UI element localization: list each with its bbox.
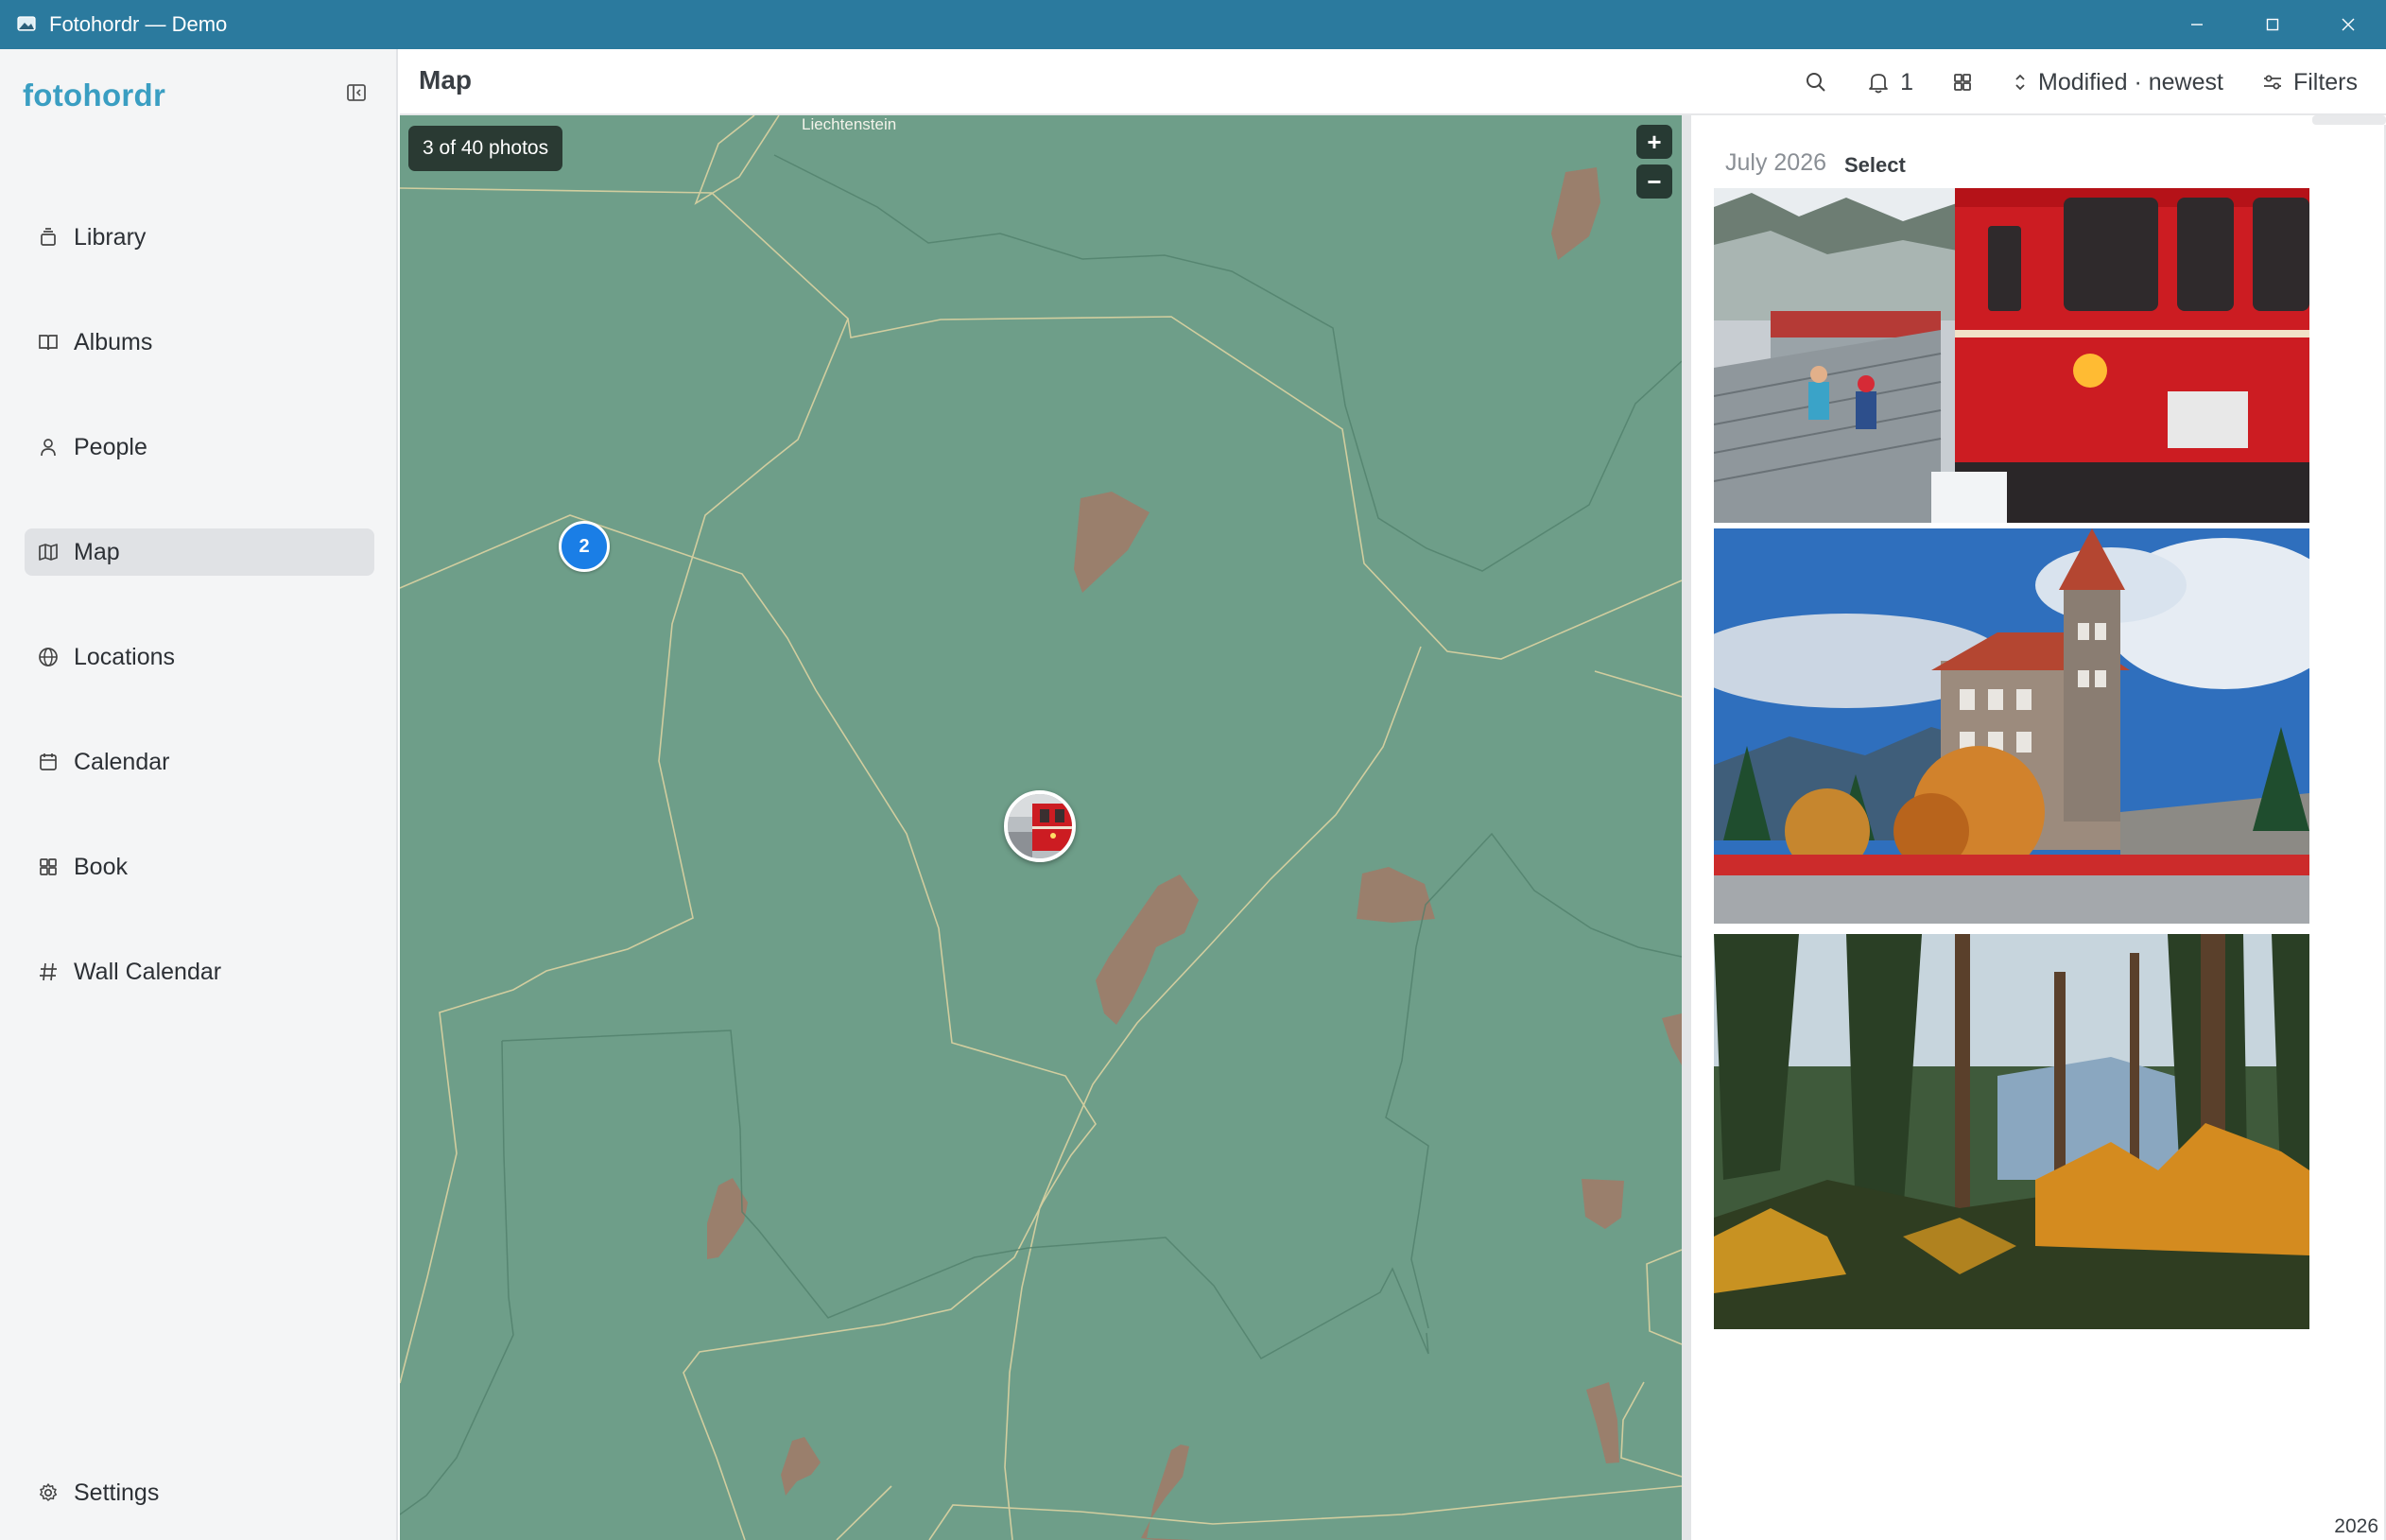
sort-dropdown[interactable]: Modified · newest xyxy=(2012,69,2223,96)
sidebar-toggle-icon xyxy=(347,84,366,101)
top-header: Map 1 Modified · newest Filters xyxy=(400,49,2386,115)
minimize-button[interactable] xyxy=(2159,0,2235,49)
sidebar-item-label: Book xyxy=(74,853,128,880)
notifications-button[interactable]: 1 xyxy=(1866,69,1913,96)
sidebar-item-albums[interactable]: Albums xyxy=(25,319,374,366)
sidebar-item-library[interactable]: Library xyxy=(25,214,374,261)
sort-chevrons-icon xyxy=(2015,74,2025,91)
sidebar-item-label: Library xyxy=(74,223,147,251)
filters-button[interactable]: Filters xyxy=(2261,69,2358,96)
zoom-in-button[interactable]: + xyxy=(1636,125,1672,159)
select-button[interactable]: Select xyxy=(1844,153,1906,178)
castle-photo-icon xyxy=(1714,528,2309,924)
minimize-icon xyxy=(2191,24,2203,26)
search-icon xyxy=(1807,73,1825,92)
close-window-button[interactable] xyxy=(2310,0,2386,49)
hash-icon xyxy=(36,960,61,984)
map-place-label: Liechtenstein xyxy=(802,115,897,133)
map-photo-marker[interactable] xyxy=(1004,790,1076,862)
globe-icon xyxy=(36,645,61,669)
month-heading: July 2026 xyxy=(1725,149,1827,176)
gear-icon xyxy=(36,1480,61,1505)
calendar-icon xyxy=(36,750,61,774)
person-icon xyxy=(36,435,61,459)
sidebar-item-label: Settings xyxy=(74,1479,160,1506)
maximize-icon xyxy=(2266,18,2279,31)
sidebar-nav: Library Albums People Map Locations Cale… xyxy=(25,214,374,1053)
sidebar-item-people[interactable]: People xyxy=(25,424,374,471)
sidebar-item-wall-calendar[interactable]: Wall Calendar xyxy=(25,948,374,995)
map-icon xyxy=(36,540,61,564)
sidebar-item-label: Calendar xyxy=(74,748,170,775)
header-toolbar: 1 Modified · newest Filters xyxy=(1766,49,2358,115)
photo-count-badge: 3 of 40 photos xyxy=(408,126,563,171)
sidebar-item-label: Albums xyxy=(74,328,153,355)
sort-label: Modified · newest xyxy=(2038,68,2223,95)
grid-icon xyxy=(36,855,61,879)
app-logo-icon xyxy=(17,16,36,33)
window-controls xyxy=(2159,0,2386,49)
search-button[interactable] xyxy=(1804,70,1828,95)
settings-container: Settings xyxy=(25,1469,374,1516)
maximize-button[interactable] xyxy=(2235,0,2310,49)
sidebar-item-label: Map xyxy=(74,538,120,565)
sidebar-item-book[interactable]: Book xyxy=(25,843,374,891)
map-view[interactable]: Liechtenstein 3 of 40 photos + − 2 xyxy=(400,115,1682,1540)
close-icon xyxy=(2342,18,2355,31)
red-train-photo-icon xyxy=(1714,188,2309,523)
forest-photo-icon xyxy=(1714,934,2309,1329)
train-thumbnail-icon xyxy=(1008,794,1072,858)
collapse-sidebar-button[interactable] xyxy=(344,80,369,105)
photo-thumbnail-forest[interactable] xyxy=(1714,934,2309,1329)
page-title: Map xyxy=(419,65,472,95)
sidebar-item-label: Locations xyxy=(74,643,176,670)
year-marker: 2026 xyxy=(2334,1515,2378,1537)
sidebar-item-locations[interactable]: Locations xyxy=(25,633,374,681)
sidebar-item-calendar[interactable]: Calendar xyxy=(25,738,374,786)
window-title: Fotohordr — Demo xyxy=(49,12,228,36)
bell-icon xyxy=(1869,74,1888,94)
library-icon xyxy=(36,225,61,250)
filters-label: Filters xyxy=(2292,68,2358,95)
notification-count: 1 xyxy=(1900,68,1913,95)
filter-sliders-icon xyxy=(2263,75,2281,90)
sidebar-item-label: People xyxy=(74,433,147,460)
zoom-out-button[interactable]: − xyxy=(1636,164,1672,199)
photo-panel: July 2026 Select 2026 xyxy=(1682,115,2386,1540)
grid-view-icon xyxy=(1954,74,1971,91)
sidebar-item-map[interactable]: Map xyxy=(25,528,374,576)
view-grid-button[interactable] xyxy=(1951,71,1974,94)
sidebar-item-settings[interactable]: Settings xyxy=(25,1469,374,1516)
panel-scrollbar[interactable] xyxy=(2312,115,2386,125)
book-open-icon xyxy=(36,330,61,355)
photo-thumbnail-train[interactable] xyxy=(1714,188,2309,523)
window-titlebar: Fotohordr — Demo xyxy=(0,0,2386,49)
photo-thumbnail-castle[interactable] xyxy=(1714,528,2309,924)
brand-logo[interactable]: fotohordr xyxy=(23,78,165,113)
sidebar: fotohordr Library Albums People Map Loca… xyxy=(0,49,398,1540)
sidebar-item-label: Wall Calendar xyxy=(74,958,222,985)
map-cluster-marker[interactable]: 2 xyxy=(559,521,610,572)
